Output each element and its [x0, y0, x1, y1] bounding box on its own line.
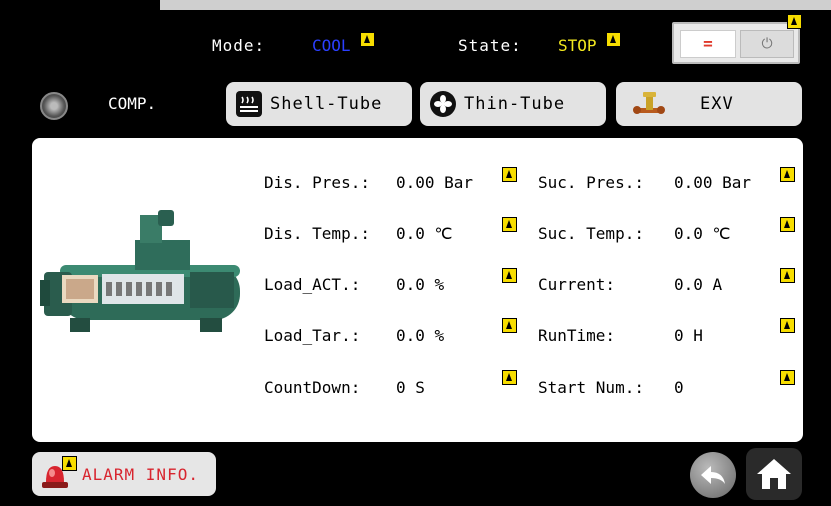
start-num-warning-icon — [780, 370, 795, 385]
tab-thin-tube-label: Thin-Tube — [464, 94, 566, 114]
start-num-label: Start Num.: — [538, 378, 644, 397]
top-strip — [160, 0, 831, 10]
load-tar-warning-icon — [502, 318, 517, 333]
dis-pres-label: Dis. Pres.: — [264, 173, 370, 192]
compressor-image — [40, 210, 245, 340]
valve-icon — [632, 91, 666, 117]
load-tar-value: 0.0 % — [396, 326, 445, 345]
load-act-value: 0.0 % — [396, 275, 445, 294]
fan-icon — [430, 91, 456, 117]
start-num-value: 0 — [674, 378, 684, 397]
runtime-label: RunTime: — [538, 326, 616, 345]
runtime-warning-icon — [780, 318, 795, 333]
power-toggle[interactable]: = ⏻ — [672, 22, 800, 64]
mode-value[interactable]: COOL — [312, 36, 351, 55]
state-label: State: — [458, 36, 522, 55]
tab-exv-label: EXV — [700, 94, 734, 114]
dis-pres-value: 0.00 Bar — [396, 173, 474, 192]
current-label: Current: — [538, 275, 616, 294]
countdown-warning-icon — [502, 370, 517, 385]
current-warning-icon — [780, 268, 795, 283]
suc-pres-warning-icon — [780, 167, 795, 182]
load-tar-label: Load_Tar.: — [264, 326, 361, 345]
heater-icon — [236, 91, 262, 117]
dis-pres-warning-icon — [502, 167, 517, 182]
dis-temp-value: 0.0 ℃ — [396, 224, 453, 243]
back-button[interactable] — [690, 452, 736, 498]
dis-temp-warning-icon — [502, 217, 517, 232]
tab-thin-tube[interactable]: Thin-Tube — [420, 82, 606, 126]
tab-shell-tube[interactable]: Shell-Tube — [226, 82, 412, 126]
countdown-label: CountDown: — [264, 378, 361, 397]
runtime-value: 0 H — [674, 326, 703, 345]
suc-temp-label: Suc. Temp.: — [538, 224, 644, 243]
comp-label: COMP. — [108, 94, 157, 113]
compressor-gear-icon — [40, 92, 68, 120]
alarm-info-button[interactable]: ALARM INFO. — [32, 452, 216, 496]
load-act-warning-icon — [502, 268, 517, 283]
suc-pres-value: 0.00 Bar — [674, 173, 752, 192]
power-off-button[interactable]: ⏻ — [740, 30, 794, 58]
home-button[interactable] — [746, 448, 802, 500]
home-icon — [757, 459, 791, 489]
mode-warning-icon — [360, 32, 375, 47]
alarm-warning-icon — [62, 456, 77, 471]
current-value: 0.0 A — [674, 275, 723, 294]
suc-temp-warning-icon — [780, 217, 795, 232]
state-value: STOP — [558, 36, 597, 55]
mode-label: Mode: — [212, 36, 266, 55]
power-on-button[interactable]: = — [680, 30, 736, 58]
state-warning-icon — [606, 32, 621, 47]
back-arrow-icon — [701, 466, 725, 484]
alarm-info-label: ALARM INFO. — [82, 465, 199, 484]
dis-temp-label: Dis. Temp.: — [264, 224, 370, 243]
suc-temp-value: 0.0 ℃ — [674, 224, 731, 243]
power-warning-icon — [787, 14, 802, 29]
tab-exv[interactable]: EXV — [616, 82, 802, 126]
suc-pres-label: Suc. Pres.: — [538, 173, 644, 192]
tab-shell-tube-label: Shell-Tube — [270, 94, 383, 114]
load-act-label: Load_ACT.: — [264, 275, 361, 294]
countdown-value: 0 S — [396, 378, 425, 397]
